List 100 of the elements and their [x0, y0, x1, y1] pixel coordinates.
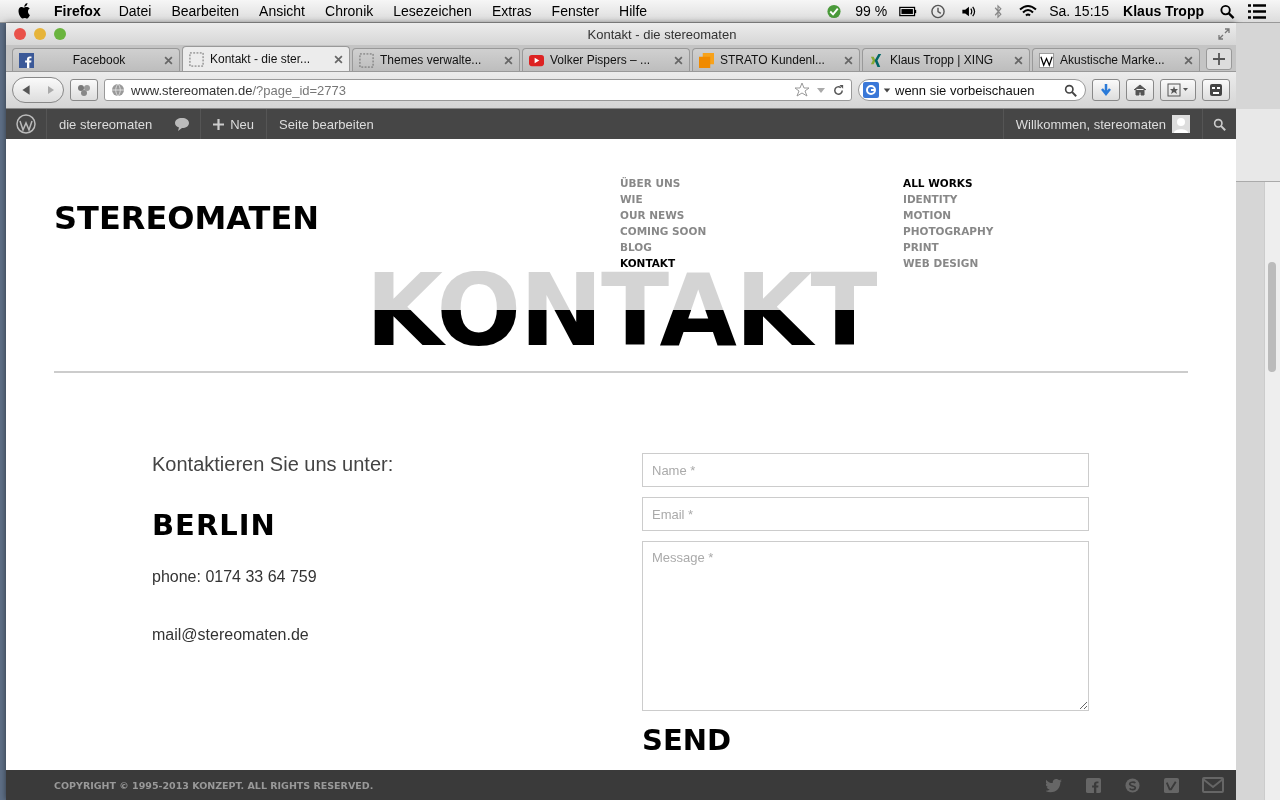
- star-icon[interactable]: [794, 82, 810, 98]
- scrollbar-thumb[interactable]: [1268, 262, 1276, 372]
- bookmarks-button[interactable]: [1160, 79, 1196, 101]
- close-icon[interactable]: [844, 55, 853, 65]
- nav-link[interactable]: BLOG: [620, 239, 903, 255]
- plus-icon: [1213, 53, 1225, 65]
- wifi-icon[interactable]: [1019, 3, 1038, 19]
- mail-icon[interactable]: [1202, 777, 1224, 793]
- forward-icon[interactable]: [46, 85, 56, 95]
- plus-icon: [213, 118, 225, 130]
- address-field[interactable]: www.stereomaten.de/?page_id=2773: [104, 79, 852, 101]
- nav-link[interactable]: OUR NEWS: [620, 207, 903, 223]
- sync-icon[interactable]: [825, 3, 844, 19]
- search-icon[interactable]: [1064, 83, 1077, 97]
- globe-icon: [111, 83, 125, 97]
- back-forward-button[interactable]: [12, 77, 64, 103]
- browser-tab[interactable]: Volker Pispers – ...: [522, 48, 690, 71]
- nav-link[interactable]: WEB DESIGN: [903, 255, 1186, 271]
- menu-item[interactable]: Chronik: [325, 3, 374, 19]
- nav-link[interactable]: IDENTITY: [903, 191, 1186, 207]
- page-icon: [189, 51, 204, 67]
- menu-item[interactable]: Datei: [118, 3, 152, 19]
- browser-tab[interactable]: STRATO Kundenl...: [692, 48, 860, 71]
- g-logo-icon[interactable]: [863, 82, 879, 98]
- avatar-icon: [1172, 115, 1190, 133]
- close-button[interactable]: [14, 28, 26, 40]
- fullscreen-icon[interactable]: [1218, 28, 1230, 40]
- close-icon[interactable]: [334, 54, 343, 64]
- browser-tab[interactable]: Klaus Tropp | XING: [862, 48, 1030, 71]
- city-heading: BERLIN: [152, 508, 277, 542]
- list-icon[interactable]: [1248, 3, 1266, 19]
- page-icon: [359, 52, 374, 68]
- battery-percentage: 99 %: [855, 3, 888, 19]
- dropdown-icon[interactable]: [883, 86, 891, 94]
- email-field[interactable]: Email *: [642, 497, 1089, 531]
- close-icon[interactable]: [1184, 55, 1193, 65]
- s-logo-icon[interactable]: [1124, 777, 1141, 793]
- search-icon[interactable]: [1218, 3, 1236, 19]
- nav-link[interactable]: MOTION: [903, 207, 1186, 223]
- email-text: mail@stereomaten.de: [152, 626, 310, 644]
- send-button[interactable]: SEND: [642, 723, 1089, 757]
- download-button[interactable]: [1092, 79, 1120, 101]
- browser-tab[interactable]: Themes verwalte...: [352, 48, 520, 71]
- nav-link[interactable]: KONTAKT: [620, 255, 903, 271]
- home-icon: [1133, 83, 1147, 97]
- stacked-squares-icon: [699, 52, 714, 68]
- menu-item[interactable]: Extras: [491, 3, 532, 19]
- account-menu[interactable]: Willkommen, stereomaten: [1002, 109, 1202, 139]
- welcome-text: Willkommen, stereomaten: [1015, 116, 1166, 132]
- f-logo-icon: [19, 52, 34, 68]
- x-logo-icon: [869, 52, 884, 68]
- message-field[interactable]: Message *: [642, 541, 1089, 711]
- tab-groups-button[interactable]: [70, 79, 98, 101]
- new-tab-button[interactable]: [1206, 48, 1232, 70]
- intro-text: Kontaktieren Sie uns unter:: [152, 453, 395, 476]
- copyright-text: COPYRIGHT © 1995-2013 KONZEPT. ALL RIGHTS RESERVED.: [54, 779, 374, 791]
- nav-link[interactable]: COMING SOON: [620, 223, 903, 239]
- down-arrow-icon: [1099, 83, 1113, 97]
- reload-icon[interactable]: [832, 83, 845, 97]
- v-logo-icon[interactable]: [1163, 777, 1180, 793]
- nav-link[interactable]: ALL WORKS: [903, 175, 1186, 191]
- close-icon[interactable]: [674, 55, 683, 65]
- site-name-link[interactable]: die stereomaten: [46, 109, 165, 139]
- browser-tab[interactable]: Kontakt - die ster...: [182, 46, 350, 71]
- edit-page-link[interactable]: Seite bearbeiten: [266, 109, 386, 139]
- nav-link[interactable]: PRINT: [903, 239, 1186, 255]
- close-icon[interactable]: [164, 55, 173, 65]
- extension-button[interactable]: [1202, 79, 1230, 101]
- browser-tab[interactable]: Facebook: [12, 48, 180, 71]
- site-logo[interactable]: STEREOMATEN: [54, 199, 620, 271]
- w-logo-icon: [1039, 52, 1054, 68]
- browser-tab[interactable]: Akustische Marke...: [1032, 48, 1200, 71]
- app-menu[interactable]: Firefox: [54, 3, 101, 19]
- menu-item[interactable]: Bearbeiten: [171, 3, 240, 19]
- back-icon[interactable]: [20, 84, 32, 96]
- menu-item[interactable]: Hilfe: [619, 3, 648, 19]
- scrollbar[interactable]: [1264, 182, 1280, 800]
- name-field[interactable]: Name *: [642, 453, 1089, 487]
- clock-icon[interactable]: [929, 3, 948, 19]
- phone-text: phone: 0174 33 64 759: [152, 568, 318, 586]
- menu-item[interactable]: Ansicht: [259, 3, 305, 19]
- menu-item[interactable]: Lesezeichen: [393, 3, 472, 19]
- search-field[interactable]: wenn sie vorbeischauen: [858, 79, 1086, 101]
- clock[interactable]: Sa. 15:15: [1049, 3, 1110, 19]
- circles-icon: [77, 83, 91, 97]
- home-button[interactable]: [1126, 79, 1154, 101]
- f-logo-icon[interactable]: [1085, 777, 1102, 793]
- nav-link[interactable]: PHOTOGRAPHY: [903, 223, 1186, 239]
- menu-item[interactable]: Fenster: [551, 3, 600, 19]
- window-title: Kontakt - die stereomaten: [586, 26, 737, 42]
- zoom-button[interactable]: [54, 28, 66, 40]
- close-icon[interactable]: [504, 55, 513, 65]
- nav-link[interactable]: WIE: [620, 191, 903, 207]
- nav-link[interactable]: ÜBER UNS: [620, 175, 903, 191]
- new-link[interactable]: Neu: [200, 109, 267, 139]
- bird-icon[interactable]: [1046, 777, 1063, 793]
- apple-icon[interactable]: [18, 3, 32, 19]
- url-text: www.stereomaten.de/?page_id=2773: [131, 82, 348, 98]
- user-name[interactable]: Klaus Tropp: [1123, 3, 1204, 19]
- close-icon[interactable]: [1014, 55, 1023, 65]
